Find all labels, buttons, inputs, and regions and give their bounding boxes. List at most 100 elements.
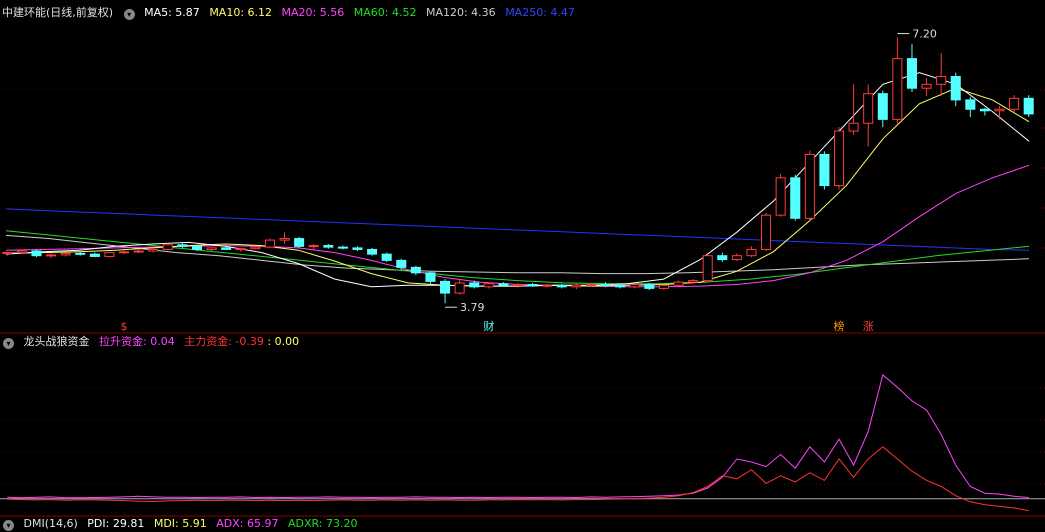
dmi-legend: ▾ DMI(14,6) PDI: 29.81 MDI: 5.91 ADX: 65… <box>2 516 364 532</box>
event-marker: 涨 <box>863 320 874 333</box>
low-price-label: 3.79 <box>460 301 485 314</box>
candle-up <box>250 246 261 250</box>
event-markers: $ 财 榜 涨 <box>121 319 874 333</box>
candle-up <box>571 284 582 288</box>
ma120-label: MA120: 4.36 <box>425 6 496 19</box>
candle-up <box>833 130 845 187</box>
ma-line-ma60 <box>5 230 1030 285</box>
candle-down <box>323 245 334 248</box>
candle-up <box>585 284 596 287</box>
dmi-title: DMI(14,6) <box>23 517 78 530</box>
indicator-lines <box>7 374 1029 512</box>
candle-up <box>16 250 27 254</box>
ma-line-ma120 <box>5 234 1030 275</box>
ma-line-ma5 <box>5 72 1030 288</box>
candle-down <box>1023 97 1034 115</box>
adx-label: ADX: 65.97 <box>216 517 279 530</box>
chevron-down-icon[interactable]: ▾ <box>123 9 135 20</box>
candle-down <box>644 284 655 289</box>
candle-down <box>950 76 961 101</box>
candle-up <box>483 283 494 288</box>
candle-down <box>75 252 86 255</box>
ma10-label: MA10: 6.12 <box>209 6 273 19</box>
candle-up <box>629 284 640 288</box>
candle-up <box>2 252 13 255</box>
candle-up <box>264 239 275 248</box>
candle-up <box>936 76 947 85</box>
candle-up <box>863 93 874 124</box>
candle-up <box>892 58 903 120</box>
candle-down <box>717 255 728 261</box>
high-price-label: 7.20 <box>912 28 937 41</box>
candle-down <box>425 272 436 282</box>
event-marker: 榜 <box>834 319 845 333</box>
ma60-label: MA60: 4.52 <box>353 6 417 19</box>
indicator-line <box>7 446 1029 512</box>
candle-up <box>235 248 246 251</box>
candle-up <box>804 153 815 219</box>
candle-down <box>527 284 538 287</box>
adxr-label: ADXR: 73.20 <box>287 517 358 530</box>
candle-down <box>352 247 363 250</box>
candle-up <box>761 214 772 250</box>
candle-down <box>819 153 830 187</box>
candle-up <box>104 252 115 257</box>
candle-up <box>162 244 173 250</box>
candle-up <box>279 238 290 241</box>
candle-down <box>877 93 888 120</box>
candle-up <box>658 284 669 289</box>
candle-down <box>469 282 480 288</box>
indicator-legend: ▾ 龙头战狼资金 拉升资金: 0.04 主力资金: -0.39 : 0.00 <box>2 334 305 350</box>
ma5-label: MA5: 5.87 <box>144 6 200 19</box>
lasheng-label: 拉升资金: 0.04 <box>99 335 175 348</box>
ma-line-ma20 <box>5 164 1030 288</box>
candle-up <box>512 284 524 287</box>
candle-up <box>746 248 757 257</box>
moving-average-lines <box>5 72 1030 288</box>
ma-line-ma10 <box>5 87 1030 287</box>
candle-down <box>440 280 451 294</box>
main-legend: 中建环能(日线,前复权) ▾ MA5: 5.87 MA10: 6.12 MA20… <box>2 5 581 21</box>
candle-up <box>673 281 684 286</box>
candle-down <box>979 108 990 112</box>
candle-up <box>133 250 144 253</box>
event-marker: $ <box>121 320 128 333</box>
grid-lines <box>0 89 1045 500</box>
candle-up <box>702 255 713 282</box>
third-value-label: : 0.00 <box>267 335 300 348</box>
mdi-label: MDI: 5.91 <box>153 517 207 530</box>
candle-up <box>60 252 71 256</box>
candle-down <box>410 266 421 274</box>
candle-down <box>556 284 567 288</box>
candle-up <box>848 122 859 132</box>
candle-up <box>542 284 553 287</box>
event-marker: 财 <box>483 319 494 333</box>
candle-down <box>906 58 917 89</box>
candle-down <box>191 245 203 250</box>
candle-up <box>994 108 1005 112</box>
candle-up <box>308 245 319 248</box>
zhuli-label: 主力资金: -0.39 <box>184 335 264 348</box>
price-annotations: 7.20 3.79 <box>445 28 937 314</box>
candle-down <box>221 247 232 250</box>
candle-down <box>790 177 801 219</box>
pdi-label: PDI: 29.81 <box>87 517 145 530</box>
chevron-down-icon[interactable]: ▾ <box>3 338 14 349</box>
candle-down <box>31 250 42 257</box>
candle-up <box>119 251 130 254</box>
stock-title: 中建环能(日线,前复权) <box>2 6 114 19</box>
ma20-label: MA20: 5.56 <box>281 6 345 19</box>
indicator-line <box>7 374 1029 499</box>
candle-up <box>731 255 742 261</box>
candle-down <box>294 238 305 247</box>
ma250-label: MA250: 4.47 <box>505 6 575 19</box>
candle-up <box>206 247 217 250</box>
candle-down <box>498 283 509 286</box>
stock-chart[interactable]: 7.20 3.79 $ 财 榜 涨 <box>0 0 1045 525</box>
indicator-title: 龙头战狼资金 <box>23 335 90 348</box>
chevron-down-icon[interactable]: ▾ <box>3 520 14 531</box>
candle-up <box>454 282 465 294</box>
candle-up <box>688 280 699 283</box>
candle-down <box>367 248 378 255</box>
candle-down <box>381 253 392 261</box>
